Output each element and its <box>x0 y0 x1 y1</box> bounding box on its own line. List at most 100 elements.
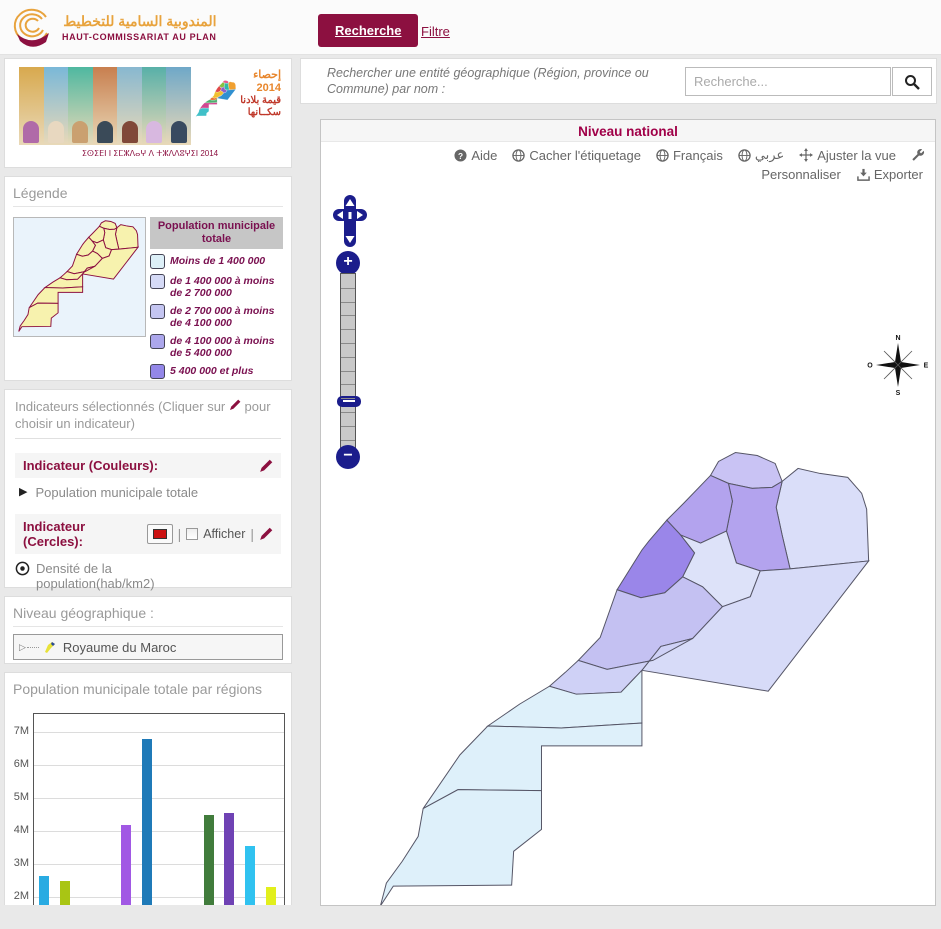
circle-color-button[interactable] <box>147 524 173 544</box>
search-input[interactable] <box>685 67 891 96</box>
aide-button[interactable]: ? Aide <box>454 148 497 163</box>
geo-level-panel: Niveau géographique : ▷ Royaume du Maroc <box>4 596 292 664</box>
zoom-tick <box>341 426 355 427</box>
chart-gridline <box>34 831 284 832</box>
compass-rose-icon: N S E O <box>866 333 930 397</box>
photo-strip-2 <box>44 67 69 145</box>
pencil-icon <box>229 399 241 411</box>
tab-filtre[interactable]: Filtre <box>421 24 450 39</box>
legend-swatch <box>150 364 165 379</box>
sidebar: إحصاء 2014 قيمة بلادنا سكــانها ⵉⵙⵉⴹⵏ ⵏ … <box>4 58 292 905</box>
divider: | <box>178 526 182 542</box>
chart-ytick-label: 4M <box>5 824 29 836</box>
wrench-icon <box>911 148 925 162</box>
chart-bar-11[interactable] <box>245 846 255 905</box>
settings-wrench-button[interactable] <box>911 148 925 162</box>
legend-class-label: de 1 400 000 à moins de 2 700 000 <box>170 274 283 299</box>
morocco-map[interactable] <box>321 193 935 905</box>
minimap-region-2 <box>115 225 138 250</box>
legend-class-row-3: de 2 700 000 à moins de 4 100 000 <box>150 304 283 329</box>
map-panel: Niveau national ? Aide Cacher l'étiqueta… <box>320 119 936 906</box>
zoom-track[interactable] <box>340 273 356 453</box>
map-toolbar-row1: ? Aide Cacher l'étiquetage Français عربي… <box>321 142 935 163</box>
person-silhouette <box>23 121 39 143</box>
zoom-tick <box>341 384 355 385</box>
mosaic-region-12 <box>196 108 209 118</box>
person-silhouette <box>72 121 88 143</box>
legend-swatch <box>150 254 165 269</box>
legend-swatch <box>150 274 165 289</box>
hcp-logo: المندوبية السامية للتخطيط HAUT-COMMISSAR… <box>8 3 217 51</box>
indicator-circles-value: Densité de la population(hab/km2) <box>36 561 196 591</box>
chart-bar-1[interactable] <box>39 876 49 905</box>
map-canvas[interactable]: + − N S E <box>321 193 935 905</box>
search-button[interactable] <box>892 67 932 96</box>
mosaic-region-2 <box>228 82 236 90</box>
map-level-title: Niveau national <box>321 120 935 142</box>
cacher-etiquetage-button[interactable]: Cacher l'étiquetage <box>512 148 641 163</box>
legend-class-row-5: 5 400 000 et plus <box>150 364 283 379</box>
aide-label: Aide <box>471 148 497 163</box>
lang-francais-button[interactable]: Français <box>656 148 723 163</box>
chart-bar-10[interactable] <box>224 813 234 905</box>
map-toolbar-row2: Personnaliser Exporter <box>321 163 935 182</box>
search-icon <box>904 74 920 90</box>
person-silhouette <box>97 121 113 143</box>
zoom-tick <box>341 440 355 441</box>
person-silhouette <box>122 121 138 143</box>
hcp-logo-icon <box>8 3 56 51</box>
compass-e-label: E <box>924 363 929 370</box>
chart-title: Population municipale totale par régions <box>13 673 283 702</box>
census-banner: إحصاء 2014 قيمة بلادنا سكــانها ⵉⵙⵉⴹⵏ ⵏ … <box>4 58 292 168</box>
zoom-out-button[interactable]: − <box>336 445 360 469</box>
lang-francais-label: Français <box>673 148 723 163</box>
personnaliser-button[interactable]: Personnaliser <box>761 167 841 182</box>
chart-gridline <box>34 732 284 733</box>
legend-swatch <box>150 334 165 349</box>
zoom-tick <box>341 343 355 344</box>
globe-icon <box>512 149 525 162</box>
compass-o-label: O <box>867 363 873 370</box>
chart-bar-9[interactable] <box>204 815 214 905</box>
edit-colors-pencil-icon[interactable] <box>259 459 273 473</box>
legend-class-row-4: de 4 100 000 à moins de 5 400 000 <box>150 334 283 359</box>
pan-control[interactable] <box>333 195 367 247</box>
map-region-2[interactable] <box>776 468 868 568</box>
zoom-tick <box>341 302 355 303</box>
chart-ytick-label: 6M <box>5 758 29 770</box>
lang-arabe-label: عربي <box>755 147 784 163</box>
personnaliser-label: Personnaliser <box>761 167 841 182</box>
chart-bar-5[interactable] <box>121 825 131 905</box>
chart-ytick-label: 7M <box>5 725 29 737</box>
photo-strip-5 <box>117 67 142 145</box>
chart-ytick-label: 5M <box>5 791 29 803</box>
chart-bar-6[interactable] <box>142 739 152 905</box>
indicators-title: Indicateurs sélectionnés (Cliquer sur po… <box>15 398 281 439</box>
indicators-panel: Indicateurs sélectionnés (Cliquer sur po… <box>4 389 292 588</box>
ajuster-vue-button[interactable]: Ajuster la vue <box>799 148 896 163</box>
afficher-label: Afficher <box>203 527 245 541</box>
photo-strip-1 <box>19 67 44 145</box>
zoom-in-button[interactable]: + <box>336 251 360 275</box>
radio-dot-icon[interactable] <box>15 561 30 576</box>
afficher-checkbox[interactable] <box>186 528 198 540</box>
edit-circles-pencil-icon[interactable] <box>259 527 273 541</box>
tree-expander-icon[interactable]: ▷ <box>19 642 26 653</box>
geo-tree-item-royaume[interactable]: ▷ Royaume du Maroc <box>13 634 283 660</box>
chart-bar-2[interactable] <box>60 881 70 905</box>
photo-strip-7 <box>166 67 191 145</box>
tab-recherche[interactable]: Recherche <box>318 14 418 47</box>
triangle-right-icon[interactable]: ▶ <box>19 485 27 500</box>
download-icon <box>857 168 870 181</box>
indicator-colors-row: Indicateur (Couleurs): <box>15 453 281 478</box>
geo-search-bar: Rechercher une entité géographique (Régi… <box>300 58 937 104</box>
exporter-label: Exporter <box>874 167 923 182</box>
lang-arabe-button[interactable]: عربي <box>738 147 784 163</box>
photo-strip-4 <box>93 67 118 145</box>
map-region-12[interactable] <box>380 790 541 905</box>
photo-strip-6 <box>142 67 167 145</box>
exporter-button[interactable]: Exporter <box>857 167 923 182</box>
chart-bar-12[interactable] <box>266 887 276 905</box>
indicators-title-pre: Indicateurs sélectionnés (Cliquer sur <box>15 399 225 414</box>
legend-class-label: de 4 100 000 à moins de 5 400 000 <box>170 334 283 359</box>
